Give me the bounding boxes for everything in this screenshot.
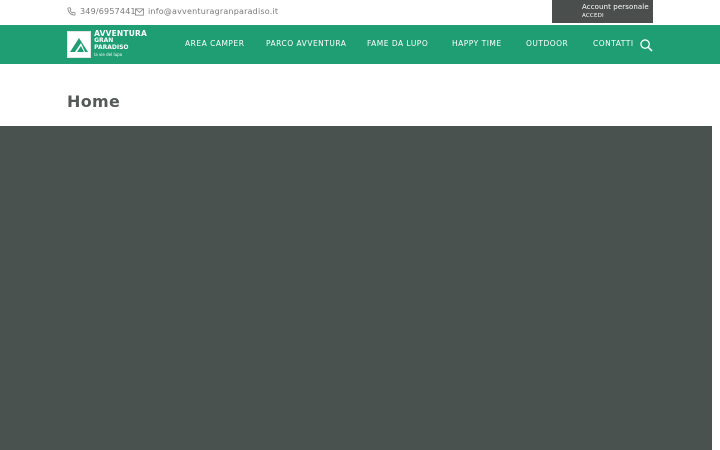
scrollbar-track[interactable] [712,126,720,450]
mail-icon [135,7,144,16]
main-navigation: AVVENTURA GRAN PARADISO la vie del lupo … [0,25,720,64]
account-button[interactable]: Account personale ACCEDI [552,0,653,23]
email-contact[interactable]: info@avventuragranparadiso.it [135,7,278,16]
logo-line-3: la vie del lupo [94,52,123,57]
nav-item-area-camper[interactable]: AREA CAMPER [185,39,244,48]
nav-item-happy-time[interactable]: HAPPY TIME [452,39,502,48]
phone-icon [67,7,76,16]
logo-mark [67,30,92,58]
nav-item-outdoor[interactable]: OUTDOOR [526,39,568,48]
login-link[interactable]: ACCEDI [582,12,653,20]
mountain-icon [70,38,89,52]
page-title: Home [67,92,121,111]
search-icon [640,39,653,52]
nav-item-parco-avventura[interactable]: PARCO AVVENTURA [266,39,346,48]
nav-item-fame-da-lupo[interactable]: FAME DA LUPO [367,39,428,48]
site-logo[interactable]: AVVENTURA GRAN PARADISO la vie del lupo [67,30,147,58]
account-title: Account personale [582,3,649,11]
nav-item-contatti[interactable]: CONTATTI [593,39,634,48]
logo-line-2: GRAN PARADISO [94,37,129,51]
search-button[interactable] [640,37,653,56]
logo-line-1: AVVENTURA [94,29,147,38]
email-address[interactable]: info@avventuragranparadiso.it [148,7,278,16]
hero-banner [0,126,712,450]
phone-number[interactable]: 349/6957441 [80,7,136,16]
top-bar: 349/6957441 info@avventuragranparadiso.i… [0,0,720,25]
page-header: Home [0,64,720,126]
phone-contact[interactable]: 349/6957441 [67,7,136,16]
